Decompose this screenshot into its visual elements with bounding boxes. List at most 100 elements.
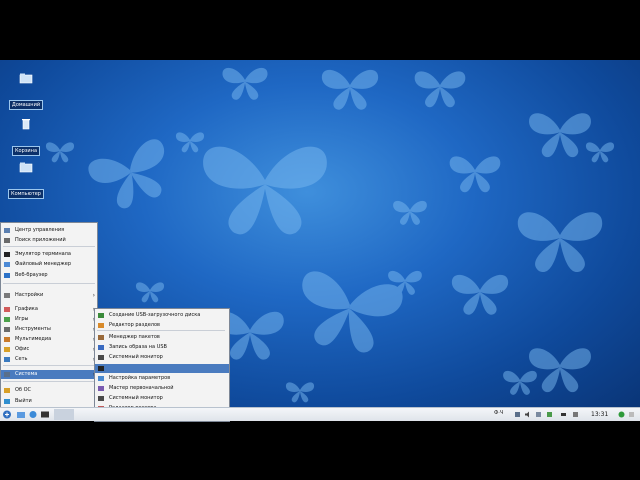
menu-item[interactable]: Офис› bbox=[1, 345, 97, 354]
files-icon bbox=[4, 262, 10, 267]
system-icon bbox=[4, 372, 10, 377]
menu-item-label: Поиск приложений bbox=[15, 237, 66, 243]
control-center-icon bbox=[4, 228, 10, 233]
clipboard-icon[interactable] bbox=[535, 411, 542, 418]
menu-item[interactable]: Файловый менеджер bbox=[1, 260, 97, 269]
menu-item[interactable]: Создание USB-загрузочного диска bbox=[95, 311, 229, 320]
menu-item-label: Игры bbox=[15, 316, 29, 322]
menu-separator bbox=[3, 381, 95, 382]
show-desktop-icon[interactable] bbox=[628, 411, 635, 418]
menu-item-label: Настройки bbox=[15, 292, 44, 298]
files-icon[interactable] bbox=[16, 410, 26, 419]
battery-icon[interactable] bbox=[560, 411, 567, 418]
menu-separator bbox=[3, 283, 95, 284]
about-icon bbox=[4, 388, 10, 393]
taskbar: Ф·Ч 13:31 bbox=[0, 407, 640, 421]
games-icon bbox=[4, 317, 10, 322]
desktop-icon-computer[interactable]: Компьютер bbox=[4, 161, 48, 199]
menu-item-label: Мультимедиа bbox=[15, 336, 52, 342]
menu-item[interactable]: Система› bbox=[1, 370, 97, 379]
window-button[interactable] bbox=[54, 409, 74, 420]
office-icon bbox=[4, 347, 10, 352]
start-menu-icon[interactable] bbox=[2, 410, 12, 419]
wizard-icon bbox=[98, 386, 104, 391]
keyboard-layout-indicator[interactable]: Ф·Ч bbox=[494, 410, 503, 416]
notifications-icon[interactable] bbox=[618, 411, 625, 418]
menu-item[interactable]: Мастер первоначальной bbox=[95, 384, 229, 393]
update-icon[interactable] bbox=[546, 411, 553, 418]
menu-item-label: Офис bbox=[15, 346, 30, 352]
network-icon bbox=[4, 357, 10, 362]
menu-separator bbox=[97, 330, 225, 331]
desktop-icon-trash[interactable]: Корзина bbox=[4, 118, 48, 156]
menu-item-label: Сеть bbox=[15, 356, 28, 362]
menu-item-label: Системный монитор bbox=[109, 395, 163, 401]
search-icon bbox=[4, 238, 10, 243]
menu-item[interactable]: Поиск приложений bbox=[1, 236, 97, 245]
multimedia-icon bbox=[4, 337, 10, 342]
computer-icon bbox=[19, 162, 33, 173]
usb-write-icon bbox=[98, 345, 104, 350]
menu-item-label: Создание USB-загрузочного диска bbox=[109, 312, 201, 318]
menu-item-label: Графика bbox=[15, 306, 38, 312]
menu-item-label: Веб-браузер bbox=[15, 272, 48, 278]
menu-item[interactable]: Редактор разделов bbox=[95, 321, 229, 330]
graphics-icon bbox=[4, 307, 10, 312]
menu-item[interactable]: Системный монитор bbox=[95, 353, 229, 362]
menu-item[interactable]: Веб-браузер bbox=[1, 271, 97, 280]
menu-separator bbox=[3, 246, 95, 247]
desktop-icon-home[interactable]: Домашний bbox=[4, 72, 48, 110]
volume-icon[interactable] bbox=[524, 411, 531, 418]
menu-item-label: Выйти bbox=[15, 398, 32, 404]
desktop-icon-label: Корзина bbox=[11, 146, 41, 156]
main-menu: Центр управления Поиск приложений Эмулятор… bbox=[0, 222, 98, 409]
menu-item[interactable]: Графика› bbox=[1, 305, 97, 314]
terminal-icon[interactable] bbox=[40, 410, 50, 419]
package-icon bbox=[98, 335, 104, 340]
chevron-right-icon: › bbox=[92, 292, 95, 299]
menu-item[interactable]: Центр управления bbox=[1, 226, 97, 235]
menu-item-label: Системный монитор bbox=[109, 354, 163, 360]
home-folder-icon bbox=[19, 73, 33, 84]
menu-item[interactable]: Инструменты› bbox=[1, 325, 97, 334]
menu-item-label: Эмулятор терминала bbox=[15, 251, 71, 257]
terminal-icon bbox=[98, 366, 104, 371]
menu-item[interactable]: Мультимедиа› bbox=[1, 335, 97, 344]
menu-separator bbox=[3, 365, 95, 366]
bluetooth-icon[interactable] bbox=[572, 411, 579, 418]
menu-item[interactable]: Запись образа на USB bbox=[95, 343, 229, 352]
menu-item[interactable]: Настройка параметров bbox=[95, 374, 229, 383]
config-icon bbox=[98, 376, 104, 381]
terminal-icon bbox=[4, 252, 10, 257]
menu-item[interactable]: Об ОС bbox=[1, 386, 97, 395]
menu-item-label: Редактор разделов bbox=[109, 322, 160, 328]
menu-item[interactable]: Сеть› bbox=[1, 355, 97, 364]
trash-icon bbox=[22, 119, 30, 130]
clock[interactable]: 13:31 bbox=[591, 411, 608, 418]
menu-item-label: Центр управления bbox=[15, 227, 65, 233]
monitor-icon bbox=[98, 355, 104, 360]
usb-icon bbox=[98, 313, 104, 318]
menu-item[interactable] bbox=[95, 364, 229, 373]
menu-item-label: Менеджер пакетов bbox=[109, 334, 160, 340]
menu-item[interactable]: Эмулятор терминала bbox=[1, 250, 97, 259]
menu-item-label: Файловый менеджер bbox=[15, 261, 72, 267]
menu-item[interactable]: Выйти bbox=[1, 397, 97, 406]
menu-item-label: Мастер первоначальной bbox=[109, 385, 174, 391]
desktop-icon-label: Компьютер bbox=[8, 189, 44, 199]
tools-icon bbox=[4, 327, 10, 332]
logout-icon bbox=[4, 399, 10, 404]
menu-item-label: Инструменты bbox=[15, 326, 51, 332]
menu-item-label: Об ОС bbox=[15, 387, 32, 393]
menu-item[interactable]: Настройки › bbox=[1, 291, 97, 300]
system-submenu: Создание USB-загрузочного диска Редактор … bbox=[94, 308, 230, 422]
browser-icon[interactable] bbox=[28, 410, 38, 419]
menu-item[interactable]: Игры› bbox=[1, 315, 97, 324]
menu-item[interactable]: Менеджер пакетов bbox=[95, 333, 229, 342]
menu-item-label: Запись образа на USB bbox=[109, 344, 167, 350]
menu-item-label: Система bbox=[15, 371, 38, 377]
desktop-icon-label: Домашний bbox=[8, 100, 44, 110]
menu-item[interactable]: Системный монитор bbox=[95, 394, 229, 403]
menu-item-label: Настройка параметров bbox=[109, 375, 171, 381]
network-icon[interactable] bbox=[514, 411, 521, 418]
